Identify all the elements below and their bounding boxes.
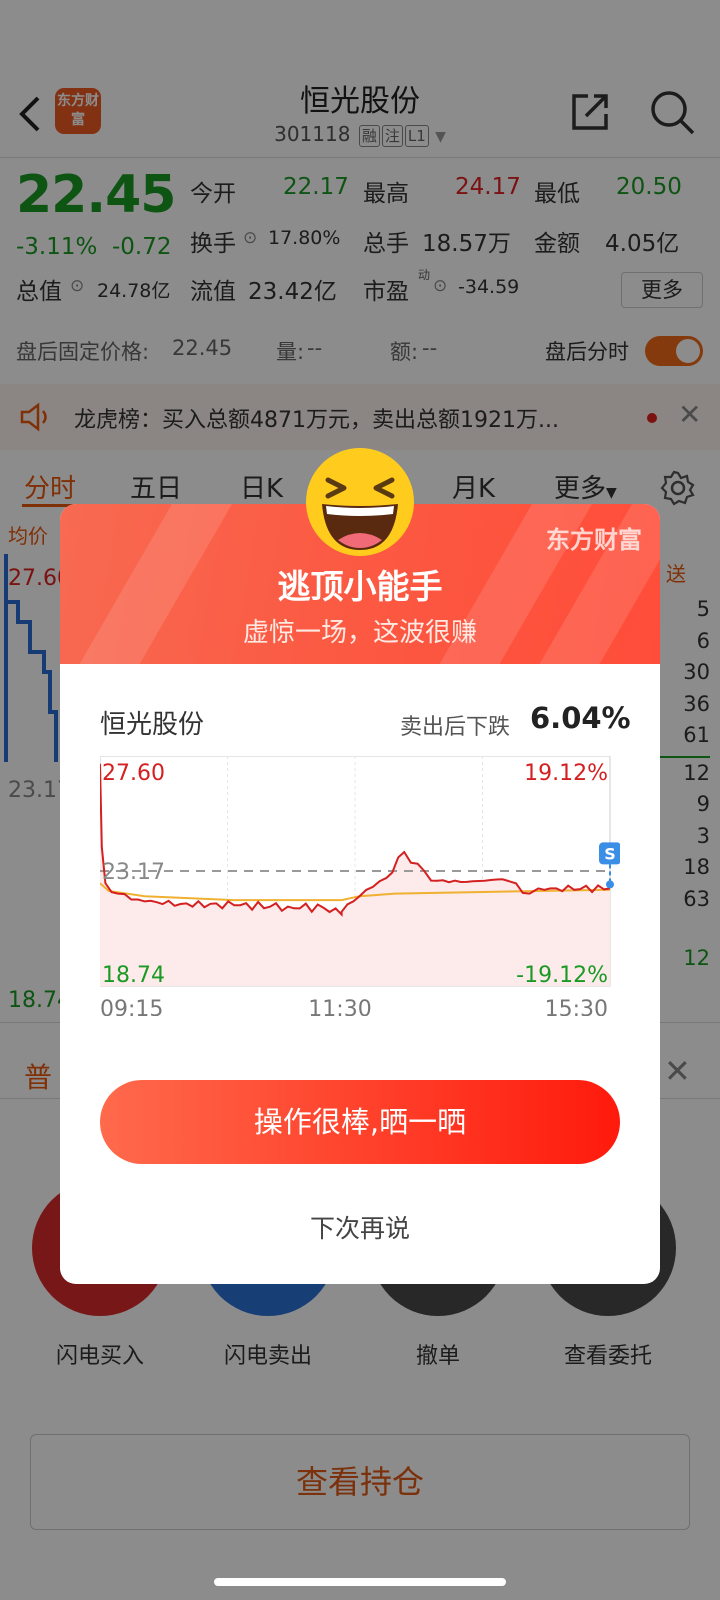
chart-bot-pct: -19.12%	[516, 963, 608, 988]
sell-marker-dot	[606, 880, 614, 889]
modal-title: 逃顶小能手	[277, 567, 443, 606]
chart-top-pct: 19.12%	[524, 761, 608, 786]
time-label-open: 09:15	[100, 997, 163, 1016]
drop-value: 6.04%	[530, 701, 631, 735]
time-label-close: 15:30	[545, 997, 608, 1016]
chart-top-price: 27.60	[102, 761, 165, 786]
modal-brand: 东方财富	[546, 526, 642, 554]
modal-subtitle: 虚惊一场，这波很赚	[242, 618, 477, 648]
intraday-chart: 27.60 23.17 18.74 19.12% -19.12% 09:15 1…	[99, 755, 621, 1022]
share-achievement-button[interactable]: 操作很棒,晒一晒	[100, 1080, 620, 1164]
home-indicator[interactable]	[214, 1578, 506, 1586]
chart-mid-price: 23.17	[102, 860, 165, 885]
later-button[interactable]: 下次再说	[60, 1209, 660, 1245]
laughing-face-icon	[306, 448, 414, 556]
achievement-modal: 东方财富 逃顶小能手 虚惊一场，这波很赚 恒光股份 卖出后下跌 6.04% 27…	[60, 448, 660, 1284]
time-label-midday: 11:30	[308, 997, 371, 1016]
chart-bot-price: 18.74	[102, 963, 165, 988]
intraday-chart-svg: 27.60 23.17 18.74 19.12% -19.12% 09:15 1…	[99, 755, 621, 1022]
app-screen: 东方财富 恒光股份 301118 融注 L1 ▼ 22.45 -3.11% -0.…	[0, 0, 720, 1600]
sell-marker-label: S	[604, 844, 616, 863]
drop-label: 卖出后下跌	[400, 715, 511, 740]
modal-stock-name: 恒光股份	[100, 710, 205, 740]
